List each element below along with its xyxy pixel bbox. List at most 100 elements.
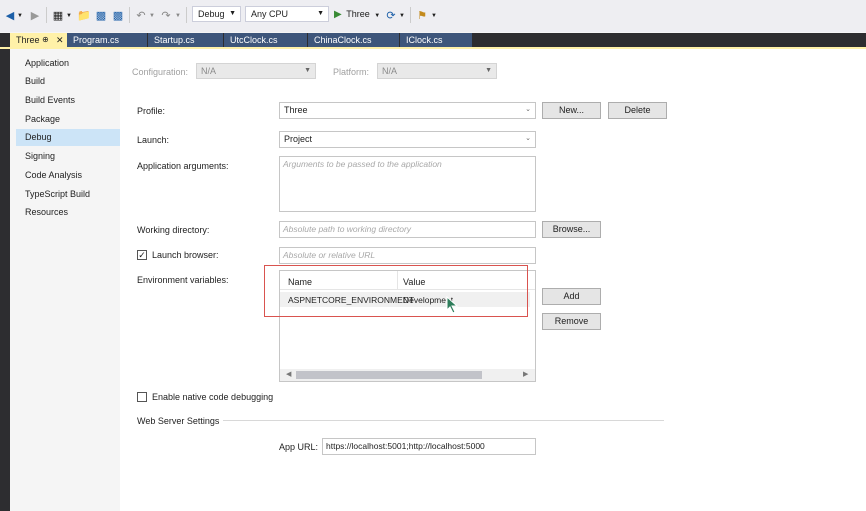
tab-iclock-cs[interactable]: IClock.cs [400,33,472,47]
browse-button[interactable]: Browse... [542,221,601,238]
delete-profile-button[interactable]: Delete [608,102,667,119]
platform-dropdown: N/A ▼ [377,63,497,79]
nav-label: Signing [25,151,56,161]
pin-icon[interactable]: ⊕ [42,33,49,47]
nav-label: Resources [25,207,69,217]
solution-config-dropdown[interactable]: Debug ▼ [192,6,241,22]
native-debug-label: Enable native code debugging [152,392,274,402]
nav-item-application[interactable]: Application [16,55,120,72]
tab-label: Three [16,35,40,45]
undo-dropdown-icon[interactable]: ▼ [149,8,155,23]
launch-url-input[interactable]: Absolute or relative URL [279,247,536,264]
configuration-dropdown: N/A ▼ [196,63,316,79]
back-dropdown-icon[interactable]: ▼ [17,8,23,23]
save-icon[interactable]: ▩ [95,8,107,23]
chevron-down-icon: ⌄ [525,135,531,142]
workdir-input[interactable]: Absolute path to working directory [279,221,536,238]
new-dropdown-icon[interactable]: ▼ [66,8,72,23]
tab-program-cs[interactable]: Program.cs [67,33,147,47]
nav-label: Application [25,58,70,68]
env-vars-label: Environment variables: [137,275,229,285]
nav-item-build[interactable]: Build [16,73,120,90]
profile-value: Three [284,105,308,115]
launch-value: Project [284,134,313,144]
property-nav: Application Build Build Events Package D… [10,49,120,511]
launch-label: Launch: [137,135,170,145]
mouse-cursor-icon [446,296,459,314]
solution-config-value: Debug [198,9,225,19]
start-target-label: Three [346,9,370,19]
tab-label: Startup.cs [154,35,195,45]
tab-startup-cs[interactable]: Startup.cs [148,33,223,47]
start-debug-button[interactable]: ▶ Three ▼ [334,6,384,22]
chevron-down-icon: ▼ [317,10,324,17]
solution-platform-value: Any CPU [251,9,289,19]
checkmark-icon: ✓ [138,250,146,260]
nav-item-build-events[interactable]: Build Events [16,92,120,109]
save-all-icon[interactable]: ▩ [112,8,124,23]
refresh-dropdown-icon[interactable]: ▼ [399,8,405,23]
tab-label: ChinaClock.cs [314,35,372,45]
native-debug-checkbox[interactable] [137,392,147,402]
tab-chinaclock-cs[interactable]: ChinaClock.cs [308,33,399,47]
nav-label: Build [25,76,46,86]
web-server-heading: Web Server Settings [137,416,220,426]
tab-three[interactable]: Three ⊕ ✕ [10,33,67,47]
horizontal-scrollbar[interactable]: ◀ ▶ [280,369,535,381]
document-tab-bar: Three ⊕ ✕ Program.cs Startup.cs UtcClock… [0,33,866,47]
scroll-right-icon[interactable]: ▶ [523,370,528,378]
tab-label: UtcClock.cs [230,35,278,45]
launch-browser-label: Launch browser: [152,250,219,260]
launch-browser-checkbox[interactable]: ✓ [137,250,147,260]
profile-dropdown[interactable]: Three ⌄ [279,102,536,119]
platform-label: Platform: [333,67,370,77]
tool-window-rail[interactable] [0,49,10,511]
platform-value: N/A [382,66,398,76]
nav-label: Build Events [25,95,76,105]
undo-icon[interactable]: ↶ [135,8,147,23]
chevron-down-icon: ▼ [374,13,381,19]
redo-icon[interactable]: ↷ [160,8,172,23]
browser-link-icon[interactable]: ⚑ [416,8,428,23]
nav-item-package[interactable]: Package [16,111,120,128]
scrollbar-thumb[interactable] [296,371,482,379]
solution-platform-dropdown[interactable]: Any CPU ▼ [245,6,329,22]
nav-item-debug[interactable]: Debug [16,129,120,146]
app-url-label: App URL: [279,442,319,452]
back-icon[interactable]: ◀ [4,8,16,23]
forward-icon[interactable]: ▶ [29,8,41,23]
nav-item-code-analysis[interactable]: Code Analysis [16,167,120,184]
app-args-textarea[interactable]: Arguments to be passed to the applicatio… [279,156,536,212]
nav-label: Code Analysis [25,170,83,180]
nav-label: Package [25,114,61,124]
new-profile-button[interactable]: New... [542,102,601,119]
app-args-label: Application arguments: [137,161,229,171]
nav-label: TypeScript Build [25,189,91,199]
scroll-left-icon[interactable]: ◀ [286,370,291,378]
add-env-var-button[interactable]: Add [542,288,601,305]
toolbar: ◀ ▼ ▶ ▦ ▼ 📁 ▩ ▩ ↶ ▼ ↷ ▼ Debug ▼ Any CPU … [0,0,866,32]
open-folder-icon[interactable]: 📁 [77,8,91,23]
app-url-input[interactable]: https://localhost:5001;http://localhost:… [322,438,536,455]
nav-label: Debug [25,132,52,142]
chevron-down-icon: ⌄ [525,106,531,113]
section-divider [223,420,664,421]
new-project-icon[interactable]: ▦ [52,8,64,23]
configuration-label: Configuration: [132,67,189,77]
play-icon: ▶ [334,9,342,20]
remove-env-var-button[interactable]: Remove [542,313,601,330]
refresh-icon[interactable]: ⟳ [385,8,397,23]
configuration-value: N/A [201,66,217,76]
chevron-down-icon: ▼ [485,67,492,74]
nav-item-signing[interactable]: Signing [16,148,120,165]
chevron-down-icon: ▼ [229,10,236,17]
tab-label: Program.cs [73,35,120,45]
launch-dropdown[interactable]: Project ⌄ [279,131,536,148]
redo-dropdown-icon[interactable]: ▼ [175,8,181,23]
profile-label: Profile: [137,106,166,116]
close-icon[interactable]: ✕ [56,33,64,47]
toolbar-overflow-icon[interactable]: ▼ [431,8,437,23]
nav-item-typescript-build[interactable]: TypeScript Build [16,186,120,203]
nav-item-resources[interactable]: Resources [16,204,120,221]
tab-utcclock-cs[interactable]: UtcClock.cs [224,33,307,47]
